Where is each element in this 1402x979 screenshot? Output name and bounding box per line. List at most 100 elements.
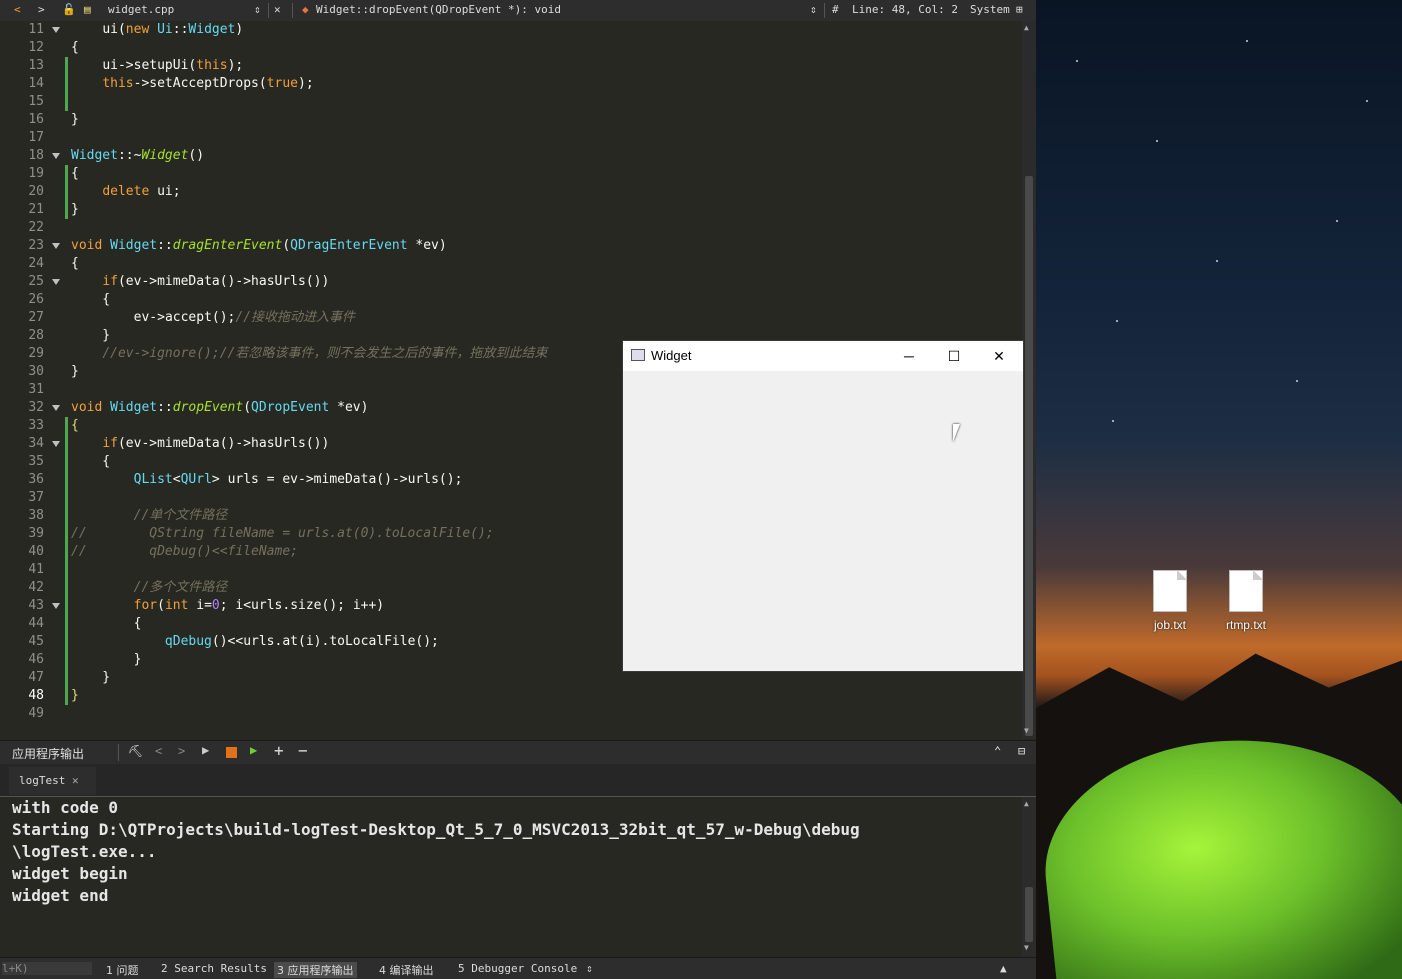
code-line[interactable]: { <box>71 165 79 183</box>
symbol-selector[interactable]: Widget::dropEvent(QDropEvent *): void <box>316 3 561 16</box>
scroll-down-icon[interactable]: ▼ <box>1024 726 1029 735</box>
change-marker <box>65 651 68 669</box>
line-number: 47 <box>28 670 44 685</box>
encoding-selector[interactable]: System <box>970 3 1010 16</box>
change-marker <box>65 669 68 687</box>
code-line[interactable]: // QString fileName = urls.at(0).toLocal… <box>71 525 494 543</box>
code-line[interactable]: { <box>71 291 110 309</box>
code-line[interactable]: //单个文件路径 <box>71 507 228 525</box>
tab-debugger-console[interactable]: 5 Debugger Console <box>458 962 577 975</box>
code-line[interactable]: { <box>71 615 142 633</box>
code-line[interactable]: Widget::~Widget() <box>71 147 204 165</box>
nav-back-icon[interactable]: < <box>14 3 21 16</box>
output-line: with code 0 <box>12 798 118 817</box>
tab-search-results[interactable]: 2 Search Results <box>161 962 267 975</box>
change-marker <box>65 93 68 111</box>
line-number: 26 <box>28 292 44 307</box>
line-number: 24 <box>28 256 44 271</box>
fold-marker-icon[interactable] <box>52 405 60 411</box>
widget-window[interactable]: Widget ─ ☐ ✕ <box>623 341 1023 671</box>
output-line: widget begin <box>12 864 128 883</box>
code-line[interactable]: } <box>71 687 79 705</box>
next-icon[interactable]: > <box>178 744 185 758</box>
fold-marker-icon[interactable] <box>52 279 60 285</box>
tab-issues[interactable]: 1 问题 <box>106 962 139 978</box>
code-line[interactable]: this->setAcceptDrops(true); <box>71 75 313 93</box>
zoom-in-icon[interactable]: + <box>274 741 284 760</box>
editor-scroll-thumb[interactable] <box>1025 176 1033 736</box>
code-line[interactable]: if(ev->mimeData()->hasUrls()) <box>71 273 329 291</box>
file-dropdown-icon[interactable]: ⇕ <box>254 3 261 16</box>
change-marker <box>65 687 68 705</box>
code-line[interactable]: ui(new Ui::Widget) <box>71 21 243 39</box>
code-line[interactable]: ui->setupUi(this); <box>71 57 243 75</box>
scroll-up-icon[interactable]: ▲ <box>1024 23 1029 32</box>
prev-icon[interactable]: < <box>155 744 162 758</box>
code-line[interactable]: for(int i=0; i<urls.size(); i++) <box>71 597 385 615</box>
close-button[interactable]: ✕ <box>989 346 1009 366</box>
debug-run-icon[interactable]: ▶ <box>250 743 257 757</box>
code-line[interactable]: QList<QUrl> urls = ev->mimeData()->urls(… <box>71 471 463 489</box>
stop-icon[interactable] <box>226 747 237 758</box>
split-icon[interactable]: ⊞ <box>1016 3 1023 16</box>
status-bar: l+K) 1 问题 2 Search Results 3 应用程序输出 4 编译… <box>0 957 1036 979</box>
scroll-down-icon[interactable]: ▼ <box>1024 943 1029 952</box>
window-titlebar[interactable]: Widget ─ ☐ ✕ <box>623 341 1023 371</box>
code-line[interactable]: } <box>71 651 142 669</box>
clean-icon[interactable]: ⛏ <box>128 744 143 758</box>
line-number: 17 <box>28 130 44 145</box>
code-line[interactable]: } <box>71 111 79 129</box>
tab-application-output[interactable]: 3 应用程序输出 <box>274 962 357 978</box>
code-line[interactable]: { <box>71 255 79 273</box>
code-line[interactable]: void Widget::dragEnterEvent(QDragEnterEv… <box>71 237 447 255</box>
fold-marker-icon[interactable] <box>52 153 60 159</box>
code-line[interactable]: } <box>71 327 110 345</box>
code-line[interactable]: //ev->ignore();//若忽略该事件，则不会发生之后的事件，拖放到此结… <box>71 345 547 363</box>
code-line[interactable]: // qDebug()<<fileName; <box>71 543 298 561</box>
window-icon <box>631 349 645 361</box>
fold-marker-icon[interactable] <box>52 243 60 249</box>
code-line[interactable]: { <box>71 417 79 435</box>
code-line[interactable]: qDebug()<<urls.at(i).toLocalFile(); <box>71 633 439 651</box>
scroll-up-icon[interactable]: ▲ <box>1024 799 1029 808</box>
code-line[interactable]: delete ui; <box>71 183 180 201</box>
desktop-file-job[interactable]: job.txt <box>1140 570 1200 632</box>
close-tab-icon[interactable]: ✕ <box>72 774 79 787</box>
desktop-file-rtmp[interactable]: rtmp.txt <box>1216 570 1276 632</box>
maximize-pane-icon[interactable]: ⌃ <box>994 744 1001 758</box>
file-selector[interactable]: widget.cpp <box>108 3 174 16</box>
fold-marker-icon[interactable] <box>52 27 60 33</box>
close-document-icon[interactable]: ✕ <box>274 3 281 16</box>
fold-marker-icon[interactable] <box>52 441 60 447</box>
code-line[interactable]: } <box>71 669 110 687</box>
maximize-button[interactable]: ☐ <box>944 346 964 366</box>
code-line[interactable]: //多个文件路径 <box>71 579 228 597</box>
cursor-position[interactable]: Line: 48, Col: 2 <box>852 3 958 16</box>
tab-logtest-label: logTest <box>19 774 66 787</box>
code-line[interactable]: ev->accept();//接收拖动进入事件 <box>71 309 355 327</box>
editor-scrollbar[interactable]: ▲ ▼ <box>1022 21 1036 739</box>
output-scrollbar[interactable]: ▲ ▼ <box>1022 797 1036 957</box>
code-line[interactable]: } <box>71 363 79 381</box>
zoom-out-icon[interactable]: − <box>298 741 308 760</box>
minimize-button[interactable]: ─ <box>899 346 919 366</box>
tab-compile-output[interactable]: 4 编译输出 <box>379 962 434 978</box>
fold-marker-icon[interactable] <box>52 603 60 609</box>
code-line[interactable]: { <box>71 39 79 57</box>
symbol-dropdown-icon[interactable]: ⇕ <box>810 3 817 16</box>
toggle-output-icon[interactable]: ▲ <box>1000 962 1007 975</box>
code-line[interactable]: } <box>71 201 79 219</box>
close-pane-icon[interactable]: ⊟ <box>1018 744 1025 758</box>
code-line[interactable]: void Widget::dropEvent(QDropEvent *ev) <box>71 399 368 417</box>
application-output[interactable]: with code 0 Starting D:\QTProjects\build… <box>0 797 1022 957</box>
run-icon[interactable]: ▶ <box>202 743 209 757</box>
lock-icon[interactable]: 🔓 <box>62 3 76 16</box>
output-scroll-thumb[interactable] <box>1025 887 1033 942</box>
tab-logtest[interactable]: logTest ✕ <box>9 767 96 795</box>
locator-input[interactable]: l+K) <box>2 962 92 975</box>
change-marker <box>65 543 68 561</box>
code-line[interactable]: { <box>71 453 110 471</box>
nav-forward-icon[interactable]: > <box>38 3 45 16</box>
code-line[interactable]: if(ev->mimeData()->hasUrls()) <box>71 435 329 453</box>
more-tabs-icon[interactable]: ⇕ <box>586 962 593 975</box>
